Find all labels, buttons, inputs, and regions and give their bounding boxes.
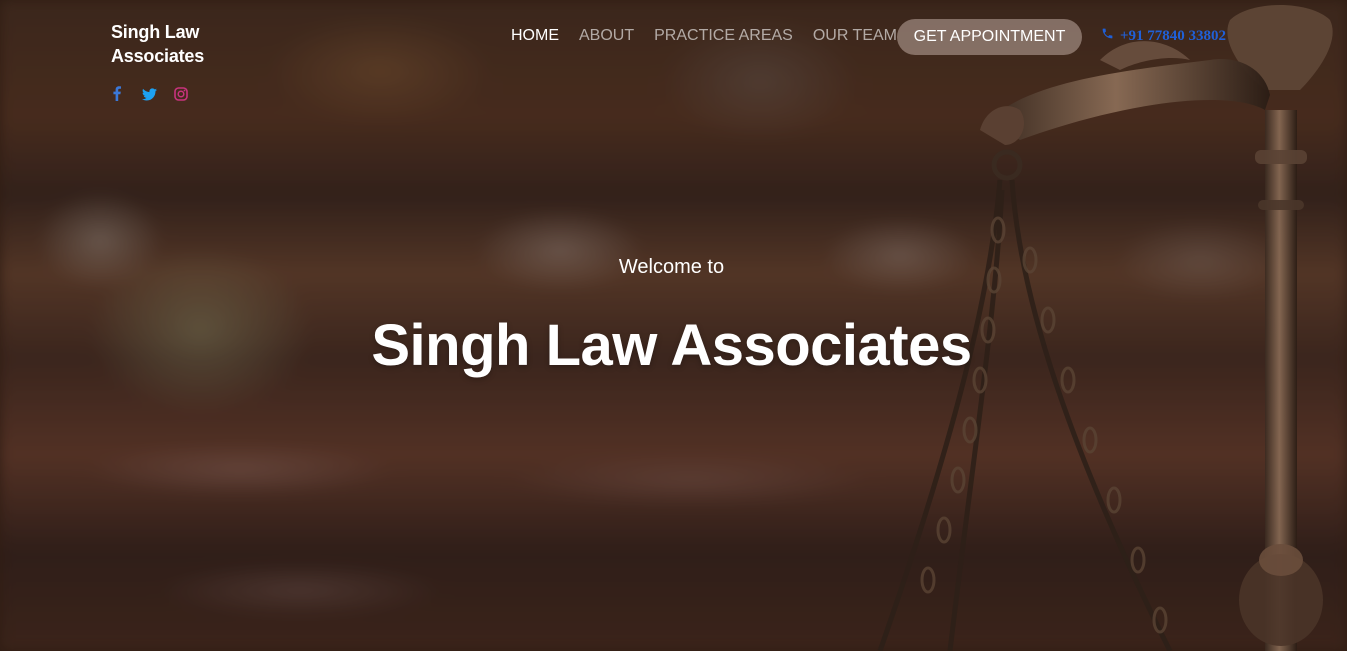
phone-number: +91 77840 33802 <box>1120 27 1227 44</box>
site-logo-text: Singh Law Associates <box>111 22 205 66</box>
social-links <box>110 86 188 102</box>
phone-link[interactable]: +91 77840 33802 <box>1101 27 1226 45</box>
nav-link-practice-areas[interactable]: PRACTICE AREAS <box>654 24 793 48</box>
instagram-icon[interactable] <box>174 86 188 102</box>
get-appointment-button[interactable]: GET APPOINTMENT <box>897 19 1082 55</box>
facebook-icon[interactable] <box>110 86 124 102</box>
phone-icon <box>1101 27 1114 45</box>
hero-welcome-text: Welcome to <box>618 256 725 278</box>
nav-link-about[interactable]: ABOUT <box>579 24 634 48</box>
site-logo[interactable]: Singh Law Associates <box>111 20 221 68</box>
main-navigation: HOME ABOUT PRACTICE AREAS OUR TEAM <box>511 24 917 48</box>
nav-link-our-team[interactable]: OUR TEAM <box>813 24 897 48</box>
hero-title: Singh Law Associates <box>371 313 972 378</box>
twitter-icon[interactable] <box>142 86 157 102</box>
hero-section: Singh Law Associates HOME ABOUT PRACTICE… <box>0 0 1347 651</box>
nav-link-home[interactable]: HOME <box>511 24 559 48</box>
